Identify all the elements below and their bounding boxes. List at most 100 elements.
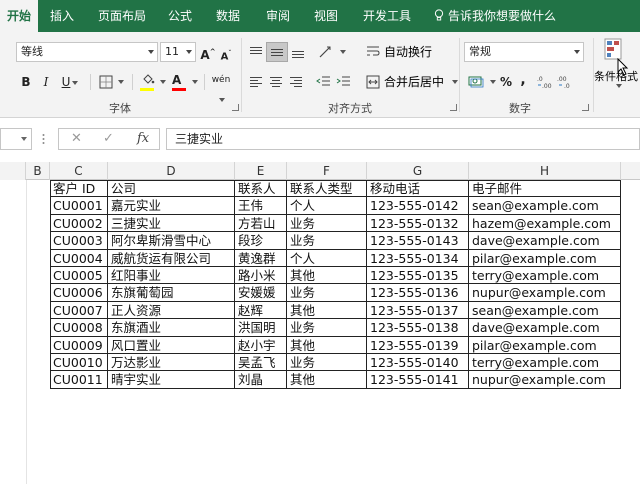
header-email[interactable]: 电子邮件 bbox=[469, 180, 621, 198]
borders-button[interactable] bbox=[96, 72, 126, 92]
company-cell[interactable]: 风口置业 bbox=[108, 336, 235, 354]
select-all-corner[interactable] bbox=[0, 162, 26, 180]
mobile-cell[interactable]: 123-555-0138 bbox=[367, 319, 469, 337]
tab-review[interactable]: 审阅 bbox=[258, 0, 298, 32]
font-color-button[interactable]: A bbox=[170, 72, 200, 92]
align-center-button[interactable] bbox=[268, 74, 284, 90]
underline-button[interactable]: U bbox=[58, 72, 82, 92]
mobile-cell[interactable]: 123-555-0142 bbox=[367, 197, 469, 215]
column-header-f[interactable]: F bbox=[287, 162, 367, 180]
mobile-cell[interactable]: 123-555-0134 bbox=[367, 249, 469, 267]
email-cell[interactable]: nupur@example.com bbox=[469, 284, 621, 302]
contact-cell[interactable]: 方若山 bbox=[235, 214, 287, 233]
align-bottom-button[interactable] bbox=[290, 44, 306, 60]
customer-id-cell[interactable]: CU0010 bbox=[50, 354, 108, 372]
drag-handle-icon[interactable] bbox=[42, 132, 45, 146]
cancel-icon[interactable]: ✕ bbox=[71, 131, 82, 146]
customer-id-cell[interactable]: CU0011 bbox=[50, 371, 108, 389]
company-cell[interactable]: 正人资源 bbox=[108, 301, 235, 320]
align-middle-button[interactable] bbox=[266, 42, 288, 62]
column-header-d[interactable]: D bbox=[108, 162, 235, 180]
mobile-cell[interactable]: 123-555-0139 bbox=[367, 336, 469, 354]
font-size-combo[interactable]: 11 bbox=[160, 42, 196, 62]
company-cell[interactable]: 万达影业 bbox=[108, 354, 235, 372]
tab-data[interactable]: 数据 bbox=[208, 0, 248, 32]
header-company[interactable]: 公司 bbox=[108, 180, 235, 198]
contact-cell[interactable]: 赵小宇 bbox=[235, 336, 287, 354]
column-header-g[interactable]: G bbox=[367, 162, 469, 180]
email-cell[interactable]: nupur@example.com bbox=[469, 371, 621, 389]
phonetic-guide-button[interactable]: wén bbox=[208, 70, 234, 102]
header-customer-id[interactable]: 客户 ID bbox=[50, 180, 108, 198]
customer-id-cell[interactable]: CU0006 bbox=[50, 284, 108, 302]
customer-id-cell[interactable]: CU0003 bbox=[50, 232, 108, 250]
align-top-button[interactable] bbox=[248, 44, 264, 60]
font-name-combo[interactable]: 等线 bbox=[16, 42, 158, 62]
italic-button[interactable]: I bbox=[38, 72, 54, 92]
enter-icon[interactable]: ✓ bbox=[103, 131, 114, 146]
column-header-c[interactable]: C bbox=[50, 162, 108, 180]
customer-id-cell[interactable]: CU0002 bbox=[50, 214, 108, 233]
font-dialog-launcher-icon[interactable] bbox=[232, 104, 239, 111]
decrease-indent-button[interactable] bbox=[316, 74, 332, 90]
mobile-cell[interactable]: 123-555-0135 bbox=[367, 267, 469, 285]
tab-formulas[interactable]: 公式 bbox=[160, 0, 200, 32]
contact-cell[interactable]: 路小米 bbox=[235, 267, 287, 285]
column-header-h[interactable]: H bbox=[469, 162, 621, 180]
company-cell[interactable]: 晴宇实业 bbox=[108, 371, 235, 389]
email-cell[interactable]: terry@example.com bbox=[469, 267, 621, 285]
mobile-cell[interactable]: 123-555-0140 bbox=[367, 354, 469, 372]
company-cell[interactable]: 东旗葡萄园 bbox=[108, 284, 235, 302]
email-cell[interactable]: sean@example.com bbox=[469, 301, 621, 320]
contact-cell[interactable]: 王伟 bbox=[235, 197, 287, 215]
contact-type-cell[interactable]: 个人 bbox=[287, 197, 367, 215]
email-cell[interactable]: dave@example.com bbox=[469, 319, 621, 337]
customer-id-cell[interactable]: CU0008 bbox=[50, 319, 108, 337]
header-contact-type[interactable]: 联系人类型 bbox=[287, 180, 367, 198]
grow-font-button[interactable]: A^ bbox=[200, 42, 216, 62]
mobile-cell[interactable]: 123-555-0143 bbox=[367, 232, 469, 250]
tab-home[interactable]: 开始 bbox=[0, 0, 38, 32]
formula-input[interactable]: 三捷实业 bbox=[166, 128, 640, 150]
merge-center-button[interactable]: 合并后居中 bbox=[364, 72, 460, 92]
company-cell[interactable]: 威航货运有限公司 bbox=[108, 249, 235, 267]
orientation-button[interactable] bbox=[316, 42, 346, 62]
name-box[interactable] bbox=[0, 128, 32, 150]
percent-style-button[interactable]: % bbox=[498, 72, 514, 92]
decrease-decimal-button[interactable]: .00.0 bbox=[556, 74, 574, 90]
shrink-font-button[interactable]: Aˇ bbox=[219, 44, 233, 64]
insert-function-icon[interactable]: fx bbox=[137, 131, 149, 146]
contact-type-cell[interactable]: 业务 bbox=[287, 319, 367, 337]
tell-me-search[interactable]: 告诉我你想要做什么 bbox=[434, 0, 556, 32]
customer-id-cell[interactable]: CU0004 bbox=[50, 249, 108, 267]
alignment-dialog-launcher-icon[interactable] bbox=[450, 104, 457, 111]
email-cell[interactable]: pilar@example.com bbox=[469, 336, 621, 354]
align-right-button[interactable] bbox=[288, 74, 304, 90]
header-contact[interactable]: 联系人 bbox=[235, 180, 287, 198]
wrap-text-button[interactable]: 自动换行 bbox=[364, 42, 454, 62]
contact-cell[interactable]: 吴孟飞 bbox=[235, 354, 287, 372]
tab-page-layout[interactable]: 页面布局 bbox=[92, 0, 152, 32]
header-mobile[interactable]: 移动电话 bbox=[367, 180, 469, 198]
mobile-cell[interactable]: 123-555-0141 bbox=[367, 371, 469, 389]
email-cell[interactable]: hazem@example.com bbox=[469, 214, 621, 233]
contact-type-cell[interactable]: 业务 bbox=[287, 232, 367, 250]
align-left-button[interactable] bbox=[248, 74, 264, 90]
company-cell[interactable]: 红阳事业 bbox=[108, 267, 235, 285]
bold-button[interactable]: B bbox=[18, 72, 34, 92]
email-cell[interactable]: pilar@example.com bbox=[469, 249, 621, 267]
increase-indent-button[interactable] bbox=[336, 74, 352, 90]
customer-id-cell[interactable]: CU0001 bbox=[50, 197, 108, 215]
contact-type-cell[interactable]: 其他 bbox=[287, 267, 367, 285]
increase-decimal-button[interactable]: .0.00 bbox=[536, 74, 554, 90]
contact-type-cell[interactable]: 业务 bbox=[287, 354, 367, 372]
tab-view[interactable]: 视图 bbox=[306, 0, 346, 32]
contact-cell[interactable]: 赵辉 bbox=[235, 301, 287, 320]
tab-developer[interactable]: 开发工具 bbox=[356, 0, 418, 32]
contact-type-cell[interactable]: 其他 bbox=[287, 336, 367, 354]
contact-cell[interactable]: 黄逸群 bbox=[235, 249, 287, 267]
company-cell[interactable]: 三捷实业 bbox=[108, 214, 235, 233]
customer-id-cell[interactable]: CU0009 bbox=[50, 336, 108, 354]
fill-color-button[interactable] bbox=[138, 72, 168, 92]
email-cell[interactable]: terry@example.com bbox=[469, 354, 621, 372]
